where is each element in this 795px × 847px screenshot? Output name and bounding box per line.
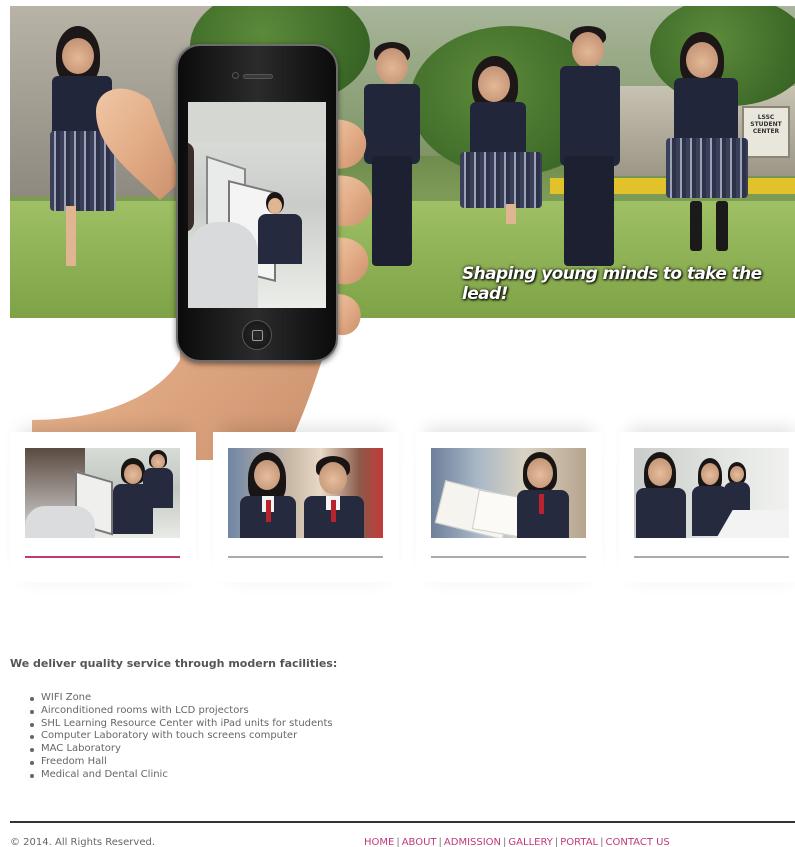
thumbnail-indicator-bar — [25, 556, 180, 558]
footer-nav: HOME | ABOUT | ADMISSION | GALLERY | PORTAL | CONT… — [364, 837, 670, 847]
footer-link-portal[interactable]: PORTAL — [560, 837, 598, 847]
list-item: Freedom Hall — [30, 756, 333, 769]
facilities-list: WIFI Zone Airconditioned rooms with LCD … — [30, 692, 333, 782]
list-item: WIFI Zone — [30, 692, 333, 705]
footer-link-contact-us[interactable]: CONTACT US — [606, 837, 670, 847]
hero-slogan: Shaping young minds to take the lead! — [462, 264, 762, 304]
footer-link-admission[interactable]: ADMISSION — [444, 837, 501, 847]
footer-divider — [10, 821, 795, 823]
footer-link-about[interactable]: ABOUT — [402, 837, 437, 847]
thumbnail-indicator-bar — [634, 556, 789, 558]
thumbnail-indicator-bar — [431, 556, 586, 558]
thumbnail-image — [431, 448, 586, 538]
list-item: MAC Laboratory — [30, 743, 333, 756]
footer-separator: | — [438, 837, 442, 847]
thumbnail-indicator-bar — [228, 556, 383, 558]
thumbnail-mac-laboratory[interactable] — [619, 432, 795, 582]
footer-link-gallery[interactable]: GALLERY — [508, 837, 552, 847]
list-item: Computer Laboratory with touch screens c… — [30, 730, 333, 743]
footer-link-home[interactable]: HOME — [364, 837, 394, 847]
smartphone — [176, 44, 338, 362]
copyright-text: © 2014. All Rights Reserved. — [10, 837, 156, 847]
phone-home-button — [242, 320, 272, 350]
list-item: Medical and Dental Clinic — [30, 769, 333, 782]
student-center-sign: LSSC STUDENT CENTER — [742, 106, 790, 158]
phone-speaker — [243, 74, 273, 79]
thumbnail-computer-laboratory[interactable] — [10, 432, 196, 582]
facilities-heading: We deliver quality service through moder… — [10, 657, 338, 670]
thumbnail-students-library[interactable] — [213, 432, 399, 582]
thumbnail-student-reading[interactable] — [416, 432, 602, 582]
footer-separator: | — [600, 837, 604, 847]
list-item: Airconditioned rooms with LCD projectors — [30, 705, 333, 718]
thumbnail-image — [228, 448, 383, 538]
list-item: SHL Learning Resource Center with iPad u… — [30, 717, 333, 729]
footer-separator: | — [396, 837, 400, 847]
phone-camera — [232, 72, 239, 79]
thumbnail-image — [25, 448, 180, 538]
phone-screen — [188, 102, 326, 308]
thumbnail-image — [634, 448, 789, 538]
hero-banner: LSSC STUDENT CENTER Shaping young minds … — [10, 6, 795, 318]
thumbnail-carousel — [10, 432, 795, 582]
